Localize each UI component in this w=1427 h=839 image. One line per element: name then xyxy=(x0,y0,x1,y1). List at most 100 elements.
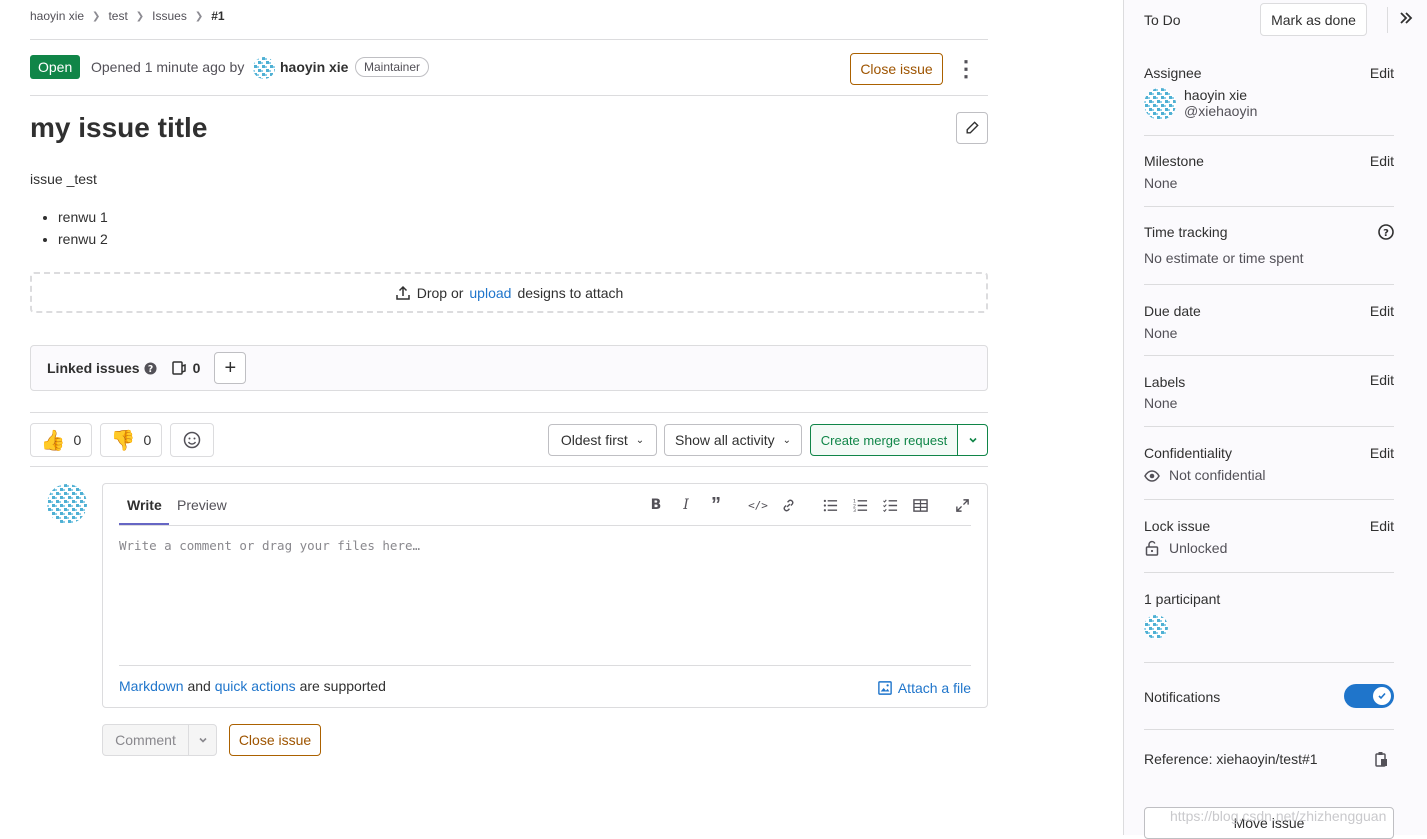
eye-icon xyxy=(1144,469,1160,486)
author-avatar[interactable] xyxy=(253,57,275,79)
lock-section: Lock issue Edit Unlocked xyxy=(1144,500,1394,573)
attach-file-button[interactable]: Attach a file xyxy=(878,680,971,696)
pencil-icon xyxy=(966,121,979,134)
check-icon xyxy=(1373,687,1391,705)
upload-icon xyxy=(395,285,410,300)
design-dropzone[interactable]: Drop or upload designs to attach xyxy=(30,272,988,313)
svg-text:?: ? xyxy=(147,363,152,374)
lock-value: Unlocked xyxy=(1169,540,1228,556)
help-icon[interactable]: ? xyxy=(1378,224,1394,243)
linked-issues-card: Linked issues ? 0 + xyxy=(30,345,988,391)
confidentiality-section: Confidentiality Edit Not confidential xyxy=(1144,427,1394,500)
notifications-toggle[interactable] xyxy=(1344,684,1394,708)
collapse-sidebar-icon[interactable] xyxy=(1398,10,1414,29)
editor-tabs: Write Preview B I ” </> 123 xyxy=(119,484,971,526)
assignee-title: Assignee xyxy=(1144,65,1202,81)
thumbs-down-button[interactable]: 👎 0 xyxy=(100,423,162,457)
author-name[interactable]: haoyin xie xyxy=(280,59,348,75)
mark-as-done-button[interactable]: Mark as done xyxy=(1260,3,1367,36)
copy-reference-icon[interactable] xyxy=(1374,751,1388,770)
comment-textarea[interactable]: Write a comment or drag your files here… xyxy=(119,538,420,553)
table-icon[interactable] xyxy=(911,496,929,514)
thumbs-up-icon: 👍 xyxy=(40,429,66,452)
breadcrumb: haoyin xie ❯ test ❯ Issues ❯ #1 xyxy=(30,9,225,23)
milestone-title: Milestone xyxy=(1144,153,1204,169)
chevron-down-icon xyxy=(198,737,207,743)
issue-sidebar: To Do Mark as done Assignee Edit haoyin … xyxy=(1123,0,1427,839)
divider xyxy=(30,95,988,96)
add-linked-issue-button[interactable]: + xyxy=(214,352,247,384)
close-issue-button[interactable]: Close issue xyxy=(850,53,943,85)
upload-link[interactable]: upload xyxy=(469,285,511,301)
chevron-down-icon: ⌄ xyxy=(635,434,645,446)
attach-label: Attach a file xyxy=(897,680,971,696)
todo-section: To Do Mark as done xyxy=(1144,0,1413,40)
confidentiality-value: Not confidential xyxy=(1169,467,1266,483)
linked-issues-count: 0 xyxy=(192,360,201,376)
quick-actions-link[interactable]: quick actions xyxy=(215,678,296,694)
italic-icon[interactable]: I xyxy=(677,496,695,514)
quote-icon[interactable]: ” xyxy=(707,494,725,516)
breadcrumb-user[interactable]: haoyin xie xyxy=(30,9,84,23)
milestone-value: None xyxy=(1144,175,1178,191)
image-icon xyxy=(878,681,892,695)
editor-footer: Markdown and quick actions are supported… xyxy=(119,665,971,696)
activity-filter-dropdown[interactable]: Show all activity ⌄ xyxy=(664,424,802,456)
bold-icon[interactable]: B xyxy=(647,496,665,514)
current-user-avatar[interactable] xyxy=(47,484,87,524)
breadcrumb-project[interactable]: test xyxy=(108,9,127,23)
sort-dropdown[interactable]: Oldest first ⌄ xyxy=(548,424,657,456)
link-icon[interactable] xyxy=(779,496,797,514)
chevron-down-icon xyxy=(968,437,977,443)
task-list-icon[interactable] xyxy=(881,496,899,514)
reference-text: Reference: xiehaoyin/test#1 xyxy=(1144,751,1318,767)
svg-text:3: 3 xyxy=(853,508,856,513)
lock-edit-link[interactable]: Edit xyxy=(1370,518,1394,534)
breadcrumb-issues[interactable]: Issues xyxy=(152,9,187,23)
code-icon[interactable]: </> xyxy=(748,496,768,514)
labels-title: Labels xyxy=(1144,374,1186,390)
comment-button[interactable]: Comment xyxy=(102,724,189,756)
assignee-username: @xiehaoyin xyxy=(1184,103,1258,119)
labels-edit-link[interactable]: Edit xyxy=(1370,372,1394,388)
chevron-right-icon: ❯ xyxy=(92,10,101,22)
more-actions-icon[interactable]: ⋮ xyxy=(955,55,977,83)
bullet-list-icon[interactable] xyxy=(821,496,839,514)
linked-issues-label: Linked issues xyxy=(47,360,140,376)
milestone-edit-link[interactable]: Edit xyxy=(1370,153,1394,169)
help-icon[interactable]: ? xyxy=(144,361,157,375)
tab-write[interactable]: Write xyxy=(127,497,162,513)
numbered-list-icon[interactable]: 123 xyxy=(851,496,869,514)
assignee-edit-link[interactable]: Edit xyxy=(1370,65,1394,81)
comment-options-button[interactable] xyxy=(188,724,217,756)
dropzone-text: Drop or xyxy=(416,284,464,301)
tab-preview[interactable]: Preview xyxy=(177,497,227,513)
notifications-title: Notifications xyxy=(1144,689,1221,705)
markdown-link[interactable]: Markdown xyxy=(119,678,184,694)
thumbs-up-count: 0 xyxy=(73,432,82,448)
confidentiality-title: Confidentiality xyxy=(1144,445,1232,461)
issue-description: issue _test xyxy=(30,171,97,187)
due-date-edit-link[interactable]: Edit xyxy=(1370,303,1394,319)
assignee-avatar[interactable] xyxy=(1144,88,1176,120)
divider xyxy=(1387,7,1388,33)
breadcrumb-current[interactable]: #1 xyxy=(211,9,224,23)
time-tracking-value: No estimate or time spent xyxy=(1144,250,1304,266)
create-merge-request-button[interactable]: Create merge request xyxy=(810,424,958,456)
participants-title: 1 participant xyxy=(1144,591,1221,607)
add-reaction-button[interactable] xyxy=(170,423,214,457)
thumbs-down-icon: 👎 xyxy=(110,429,136,452)
assignee-section: Assignee Edit haoyin xie @xiehaoyin xyxy=(1144,50,1394,136)
chevron-down-icon: ⌄ xyxy=(782,434,791,446)
thumbs-up-button[interactable]: 👍 0 xyxy=(30,423,92,457)
edit-title-button[interactable] xyxy=(956,112,988,144)
participant-avatar[interactable] xyxy=(1144,615,1168,639)
issue-title: my issue title xyxy=(30,112,208,143)
assignee-name[interactable]: haoyin xie xyxy=(1184,87,1247,103)
close-issue-bottom-button[interactable]: Close issue xyxy=(229,724,321,756)
divider xyxy=(30,39,988,40)
thumbs-down-count: 0 xyxy=(143,432,152,448)
fullscreen-icon[interactable] xyxy=(953,496,971,514)
merge-request-options-button[interactable] xyxy=(957,424,988,456)
confidentiality-edit-link[interactable]: Edit xyxy=(1370,445,1394,461)
